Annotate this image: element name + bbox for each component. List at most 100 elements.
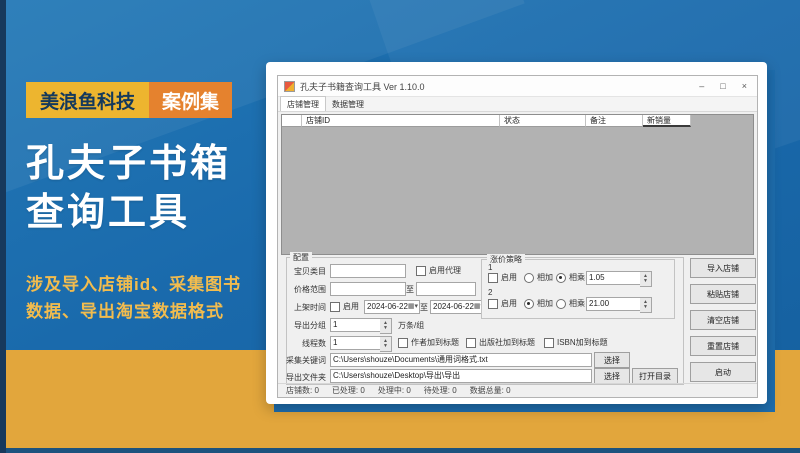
status-total-data: 数据总量: 0 bbox=[469, 385, 511, 395]
strategy2-index: 2 bbox=[488, 288, 493, 297]
price-to-label: 至 bbox=[406, 285, 414, 294]
listing-time-label: 上架时间 bbox=[294, 303, 326, 312]
poster-subtitle-line2: 数据、导出淘宝数据格式 bbox=[26, 302, 224, 321]
grid-header-selector[interactable] bbox=[282, 115, 302, 127]
clear-shops-button[interactable]: 清空店铺 bbox=[690, 310, 756, 330]
date-to-value: 2024-06-22 bbox=[433, 302, 474, 311]
status-shop-count: 店铺数: 0 bbox=[286, 385, 319, 395]
strategy1-add-radio[interactable]: 相加 bbox=[524, 272, 553, 283]
poster-subtitle-line1: 涉及导入店铺id、采集图书 bbox=[26, 275, 242, 294]
footer-strip bbox=[0, 448, 800, 453]
close-icon[interactable]: × bbox=[742, 81, 747, 91]
checkbox-icon[interactable] bbox=[488, 272, 498, 283]
grid-header-remark[interactable]: 备注 bbox=[586, 115, 643, 127]
item-category-input[interactable] bbox=[330, 264, 406, 278]
minimize-icon[interactable]: – bbox=[699, 81, 704, 91]
strategy1-value-input[interactable]: 1.05 bbox=[586, 271, 642, 285]
grid-header-status[interactable]: 状态 bbox=[500, 115, 586, 127]
listing-time-enable-checkbox[interactable]: 启用 bbox=[330, 301, 359, 312]
strategy2-multiply-radio[interactable]: 相乘 bbox=[556, 298, 585, 309]
config-group-label: 配置 bbox=[290, 252, 312, 263]
poster-title-line2: 查询工具 bbox=[26, 192, 191, 234]
status-bar: 店铺数: 0 已处理: 0 处理中: 0 待处理: 0 数据总量: 0 bbox=[278, 383, 757, 396]
calendar-dropdown-icon[interactable]: ▦▾ bbox=[408, 301, 418, 313]
brand-name: 美浪鱼科技 bbox=[26, 82, 150, 118]
app-icon bbox=[284, 80, 295, 92]
strategy1-stepper[interactable]: ▲ ▼ bbox=[640, 271, 652, 287]
price-strategy-group-label: 涨价策略 bbox=[487, 254, 525, 265]
strategy2-add-radio[interactable]: 相加 bbox=[524, 298, 553, 309]
checkbox-icon[interactable] bbox=[398, 337, 408, 348]
paste-shops-button[interactable]: 粘贴店铺 bbox=[690, 284, 756, 304]
poster-canvas: 美浪鱼科技 案例集 孔夫子书箱 查询工具 涉及导入店铺id、采集图书 数据、导出… bbox=[0, 0, 800, 453]
strategy1-enable-label: 启用 bbox=[501, 273, 517, 282]
checkbox-icon[interactable] bbox=[544, 337, 554, 348]
window-title: 孔夫子书籍查询工具 Ver 1.10.0 bbox=[300, 81, 425, 92]
threads-input[interactable]: 1 bbox=[330, 336, 382, 350]
date-from-picker[interactable]: 2024-06-22 ▦▾ bbox=[364, 300, 420, 314]
window-titlebar[interactable]: 孔夫子书籍查询工具 Ver 1.10.0 – □ × bbox=[278, 76, 757, 97]
reset-shops-button[interactable]: 重置店铺 bbox=[690, 336, 756, 356]
open-directory-button[interactable]: 打开目录 bbox=[632, 368, 678, 384]
threads-stepper[interactable]: ▲ ▼ bbox=[380, 336, 392, 352]
isbn-to-title-label: ISBN加到标题 bbox=[557, 338, 608, 347]
start-button[interactable]: 启动 bbox=[690, 362, 756, 382]
tab-data-management[interactable]: 数据管理 bbox=[326, 97, 370, 111]
checkbox-icon[interactable] bbox=[416, 265, 426, 276]
status-processing: 处理中: 0 bbox=[377, 385, 411, 395]
checkbox-icon[interactable] bbox=[466, 337, 476, 348]
proxy-checkbox-label: 启用代理 bbox=[429, 266, 461, 275]
left-edge-strip bbox=[0, 0, 6, 453]
enable-label: 启用 bbox=[343, 302, 359, 311]
radio-icon[interactable] bbox=[556, 272, 566, 283]
import-shops-button[interactable]: 导入店铺 bbox=[690, 258, 756, 278]
strategy1-multiply-radio[interactable]: 相乘 bbox=[556, 272, 585, 283]
export-group-label: 导出分组 bbox=[294, 321, 326, 330]
threads-label: 线程数 bbox=[302, 339, 326, 348]
publisher-to-title-label: 出版社加到标题 bbox=[479, 338, 535, 347]
strategy2-enable-checkbox[interactable]: 启用 bbox=[488, 298, 517, 309]
export-folder-select-button[interactable]: 选择 bbox=[594, 368, 630, 384]
strategy2-multiply-label: 相乘 bbox=[569, 299, 585, 308]
date-from-value: 2024-06-22 bbox=[367, 302, 408, 311]
tab-shop-management[interactable]: 店铺管理 bbox=[280, 96, 326, 111]
grid-header-row: 店铺ID 状态 备注 新销量 bbox=[282, 115, 753, 127]
price-range-label: 价格范围 bbox=[294, 285, 326, 294]
price-min-input[interactable] bbox=[330, 282, 406, 296]
checkbox-icon[interactable] bbox=[488, 298, 498, 309]
brand-badge: 美浪鱼科技 案例集 bbox=[26, 82, 233, 118]
shop-list-grid[interactable]: 店铺ID 状态 备注 新销量 bbox=[281, 114, 754, 255]
publisher-to-title-checkbox[interactable]: 出版社加到标题 bbox=[466, 337, 535, 348]
strategy2-value-input[interactable]: 21.00 bbox=[586, 297, 642, 311]
collection-tag: 案例集 bbox=[149, 82, 233, 118]
strategy2-stepper[interactable]: ▲ ▼ bbox=[640, 297, 652, 313]
proxy-checkbox[interactable]: 启用代理 bbox=[416, 265, 461, 276]
poster-subtitle: 涉及导入店铺id、采集图书 数据、导出淘宝数据格式 bbox=[26, 271, 241, 325]
export-folder-label: 导出文件夹 bbox=[286, 373, 326, 382]
strategy1-index: 1 bbox=[488, 263, 493, 272]
radio-icon[interactable] bbox=[556, 298, 566, 309]
maximize-icon[interactable]: □ bbox=[720, 81, 725, 91]
status-processed: 已处理: 0 bbox=[331, 385, 365, 395]
keywords-select-button[interactable]: 选择 bbox=[594, 352, 630, 368]
radio-icon[interactable] bbox=[524, 298, 534, 309]
checkbox-icon[interactable] bbox=[330, 301, 340, 312]
app-window: 孔夫子书籍查询工具 Ver 1.10.0 – □ × 店铺管理 数据管理 店铺I… bbox=[277, 75, 758, 398]
keywords-path-input[interactable]: C:\Users\shouze\Documents\通用词格式.txt bbox=[330, 353, 592, 367]
date-to-picker[interactable]: 2024-06-22 ▦▾ bbox=[430, 300, 486, 314]
grid-header-shop-id[interactable]: 店铺ID bbox=[302, 115, 500, 127]
isbn-to-title-checkbox[interactable]: ISBN加到标题 bbox=[544, 337, 608, 348]
grid-header-new-sales[interactable]: 新销量 bbox=[643, 115, 691, 127]
export-group-stepper[interactable]: ▲ ▼ bbox=[380, 318, 392, 334]
author-to-title-checkbox[interactable]: 作者加到标题 bbox=[398, 337, 459, 348]
price-max-input[interactable] bbox=[416, 282, 476, 296]
radio-icon[interactable] bbox=[524, 272, 534, 283]
menu-bar: 店铺管理 数据管理 bbox=[278, 96, 757, 112]
poster-title: 孔夫子书箱 查询工具 bbox=[26, 140, 231, 238]
strategy1-enable-checkbox[interactable]: 启用 bbox=[488, 272, 517, 283]
item-category-label: 宝贝类目 bbox=[294, 267, 326, 276]
strategy1-add-label: 相加 bbox=[537, 273, 553, 282]
strategy1-multiply-label: 相乘 bbox=[569, 273, 585, 282]
export-folder-path-input[interactable]: C:\Users\shouze\Desktop\导出\导出 bbox=[330, 369, 592, 383]
export-group-input[interactable]: 1 bbox=[330, 318, 382, 332]
